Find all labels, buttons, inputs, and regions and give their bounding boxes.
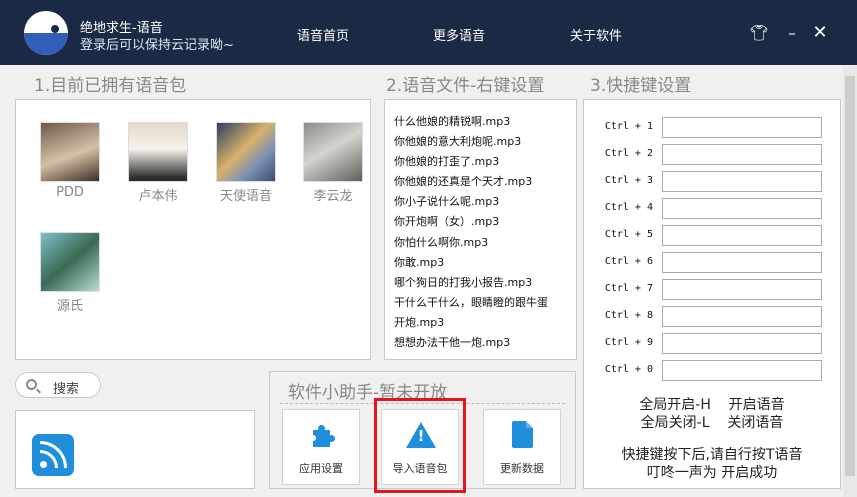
hotkey-label: Ctrl + 9: [604, 337, 653, 348]
hotkey-row: Ctrl + 7: [601, 279, 825, 301]
voice-pack-pdd[interactable]: PDD: [30, 122, 110, 200]
scrollbar-thumb[interactable]: [845, 76, 855, 476]
voice-file-item[interactable]: 你他娘的还真是个天才.mp3: [394, 172, 548, 192]
tip-line-2: 叮咚一声为 开启成功: [646, 465, 778, 481]
hotkey-panel: Ctrl + 1 Ctrl + 2 Ctrl + 3 Ctrl + 4 Ctrl…: [583, 99, 841, 489]
pack-thumbnail: [128, 122, 188, 182]
title-bar: 绝地求生-语音 登录后可以保持云记录呦~ 语音首页 更多语音 关于软件 👕︎ –…: [0, 0, 857, 65]
puzzle-icon: [310, 424, 335, 448]
import-highlight-box: [374, 398, 466, 493]
global-off-note: 全局关闭-L 关闭语音: [640, 415, 784, 431]
voice-file-item[interactable]: 你开炮啊（女）.mp3: [394, 212, 548, 232]
voice-file-item[interactable]: 干什么干什么，眼睛瞪的跟牛蛋: [394, 293, 548, 313]
hotkey-input[interactable]: [662, 144, 822, 165]
hotkey-notes: 全局开启-H 开启语音 全局关闭-L 关闭语音 快捷键按下后,请自行按T语音 叮…: [584, 396, 840, 482]
voice-file-item[interactable]: 想想办法干他一炮.mp3: [394, 333, 548, 353]
hotkey-input[interactable]: [662, 225, 822, 246]
hotkey-input[interactable]: [662, 306, 822, 327]
voice-file-item[interactable]: 什么他娘的精锐啊.mp3: [394, 112, 548, 132]
hotkey-label: Ctrl + 2: [604, 148, 653, 159]
hotkey-label: Ctrl + 0: [604, 364, 653, 375]
rss-icon[interactable]: [32, 434, 74, 476]
hotkey-label: Ctrl + 5: [604, 229, 653, 240]
voice-file-item[interactable]: 开炮.mp3: [394, 313, 548, 333]
hotkey-row: Ctrl + 8: [601, 306, 825, 328]
hotkey-input[interactable]: [662, 252, 822, 273]
pack-name: PDD: [56, 185, 84, 200]
pack-name: 李云龙: [313, 189, 353, 204]
search-label: 搜索: [53, 382, 80, 397]
voice-pack-liyunlong[interactable]: 李云龙: [293, 122, 373, 204]
nav-about-software[interactable]: 关于软件: [570, 25, 622, 44]
skin-shirt-icon[interactable]: 👕︎: [748, 22, 770, 44]
voice-file-item[interactable]: 你怕什么啊你.mp3: [394, 233, 548, 253]
hotkey-label: Ctrl + 1: [604, 121, 653, 132]
voice-file-item[interactable]: 你敢.mp3: [394, 253, 548, 273]
hotkey-row: Ctrl + 2: [601, 144, 825, 166]
voice-pack-angel[interactable]: 天使语音: [206, 122, 286, 204]
hotkey-label: Ctrl + 8: [604, 310, 653, 321]
rss-panel: [15, 410, 255, 489]
app-settings-button[interactable]: 应用设置: [282, 409, 360, 485]
close-icon[interactable]: ✕: [809, 22, 831, 44]
update-data-button[interactable]: 更新数据: [483, 409, 561, 485]
minimize-icon[interactable]: –: [781, 22, 803, 44]
hotkey-row: Ctrl + 4: [601, 198, 825, 220]
global-on-note: 全局开启-H 开启语音: [639, 397, 785, 413]
hotkey-row: Ctrl + 1: [601, 117, 825, 139]
voice-files-panel: 什么他娘的精锐啊.mp3 你他娘的意大利炮呢.mp3 你他娘的打歪了.mp3 你…: [384, 99, 577, 360]
voice-file-item[interactable]: 哪个狗日的打我小报告.mp3: [394, 273, 548, 293]
voice-pack-genji[interactable]: 源氏: [30, 232, 110, 314]
pack-name: 天使语音: [219, 189, 272, 204]
hotkey-label: Ctrl + 6: [604, 256, 653, 267]
hotkey-row: Ctrl + 9: [601, 333, 825, 355]
hotkeys-heading: 3.快捷键设置: [590, 76, 692, 96]
hotkey-input[interactable]: [662, 360, 822, 381]
hotkey-input[interactable]: [662, 279, 822, 300]
hotkey-input[interactable]: [662, 171, 822, 192]
search-icon: [26, 379, 37, 390]
hotkey-input[interactable]: [662, 117, 822, 138]
pack-thumbnail: [216, 122, 276, 182]
pack-thumbnail: [40, 122, 100, 182]
owned-packs-panel: PDD 卢本伟 天使语音 李云龙 源氏: [15, 99, 371, 360]
scrollbar[interactable]: [843, 66, 857, 497]
nav-voice-home[interactable]: 语音首页: [297, 25, 349, 44]
pack-thumbnail: [303, 122, 363, 182]
document-icon: [512, 421, 533, 448]
tip-line-1: 快捷键按下后,请自行按T语音: [621, 447, 803, 463]
search-input[interactable]: 搜索: [15, 372, 101, 398]
hotkey-row: Ctrl + 6: [601, 252, 825, 274]
voice-files-heading: 2.语音文件-右键设置: [386, 76, 545, 96]
voice-file-item[interactable]: 你他娘的意大利炮呢.mp3: [394, 132, 548, 152]
login-hint[interactable]: 登录后可以保持云记录呦~: [80, 34, 234, 53]
hotkey-input[interactable]: [662, 333, 822, 354]
pack-name: 卢本伟: [138, 189, 178, 204]
nav-more-voices[interactable]: 更多语音: [433, 25, 485, 44]
voice-file-item[interactable]: 你小子说什么呢.mp3: [394, 192, 548, 212]
voice-file-item[interactable]: 你他娘的打歪了.mp3: [394, 152, 548, 172]
pack-thumbnail: [40, 232, 100, 292]
hotkey-row: Ctrl + 0: [601, 360, 825, 382]
pack-name: 源氏: [56, 299, 83, 314]
hotkey-label: Ctrl + 7: [604, 283, 653, 294]
voice-file-list: 什么他娘的精锐啊.mp3 你他娘的意大利炮呢.mp3 你他娘的打歪了.mp3 你…: [394, 112, 548, 353]
app-settings-label: 应用设置: [299, 462, 343, 475]
update-data-label: 更新数据: [500, 462, 544, 475]
hotkey-label: Ctrl + 4: [604, 202, 653, 213]
voice-pack-lubenwei[interactable]: 卢本伟: [118, 122, 198, 204]
hotkey-label: Ctrl + 3: [604, 175, 653, 186]
hotkey-row: Ctrl + 5: [601, 225, 825, 247]
hotkey-input[interactable]: [662, 198, 822, 219]
owned-packs-heading: 1.目前已拥有语音包: [34, 76, 187, 96]
app-logo-icon: [24, 11, 68, 55]
hotkey-row: Ctrl + 3: [601, 171, 825, 193]
